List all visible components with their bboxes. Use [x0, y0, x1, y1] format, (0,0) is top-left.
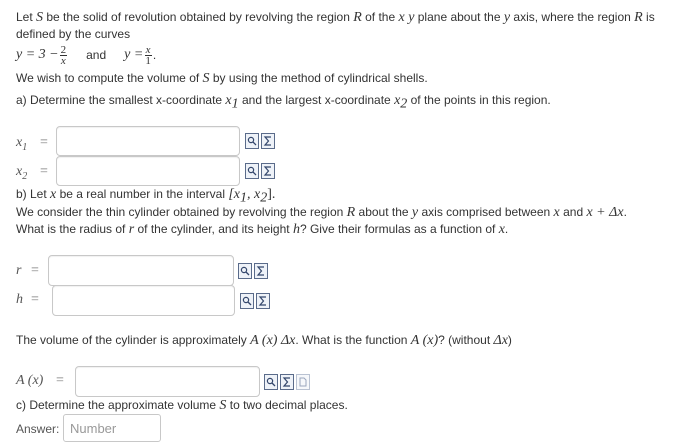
text: is	[642, 10, 655, 24]
math-xy: x y	[398, 10, 415, 25]
math-R: R	[634, 10, 643, 25]
math-expr: x + Δx	[586, 205, 624, 220]
text: of the	[361, 10, 399, 24]
x1-input[interactable]	[56, 126, 240, 156]
math-S: S	[36, 10, 44, 25]
curve-1-fraction: 2x	[59, 43, 68, 67]
intro-line-1: Let S be the solid of revolution obtaine…	[16, 9, 655, 26]
subscript: 1	[22, 141, 28, 153]
fraction-denominator: 1	[145, 54, 151, 67]
and-text: and	[86, 48, 107, 62]
text: be a real number in the interval	[56, 187, 229, 201]
equals-sign: =	[56, 373, 64, 388]
answer-label: Answer:	[16, 422, 60, 436]
curve-1-lhs: y = 3 −	[16, 47, 59, 62]
math-A: A (x)	[410, 333, 439, 348]
interval: , x	[247, 187, 261, 202]
x2-label: x2	[16, 164, 27, 182]
fraction-denominator: x	[60, 54, 66, 67]
equals-sign: =	[31, 263, 39, 278]
curves-line: y = 3 − 2x and y = x1 .	[16, 44, 156, 66]
preview-icon[interactable]	[264, 374, 278, 390]
text: b) Let	[16, 187, 51, 201]
period: .	[152, 48, 157, 62]
subscript: 2	[22, 170, 28, 182]
text: )	[507, 333, 512, 347]
text: plane about the	[414, 10, 504, 24]
x2-input[interactable]	[56, 156, 240, 186]
text: What is the radius of	[16, 222, 129, 236]
interval: [x	[228, 187, 241, 202]
part-b-question-2: We consider the thin cylinder obtained b…	[16, 204, 627, 221]
fraction-numerator: x	[144, 43, 152, 56]
part-c-question: c) Determine the approximate volume S to…	[16, 397, 348, 414]
text: axis comprised between	[418, 205, 554, 219]
text: and the largest x-coordinate	[238, 93, 395, 107]
text: Let	[16, 10, 37, 24]
part-b-question-3: What is the radius of r of the cylinder,…	[16, 221, 508, 238]
sigma-icon[interactable]	[261, 163, 275, 179]
text: ? Give their formulas as a function of	[299, 222, 499, 236]
math-h: h	[292, 222, 300, 237]
sigma-icon[interactable]	[261, 133, 275, 149]
x1-tools	[245, 133, 275, 151]
math-A-dx: A (x) Δx	[250, 333, 296, 348]
intro-line-4: We wish to compute the volume of S by us…	[16, 70, 428, 87]
math-dx: Δx	[493, 333, 508, 348]
math-S: S	[202, 71, 210, 86]
part-a-question: a) Determine the smallest x-coordinate x…	[16, 92, 551, 112]
text: be the solid of revolution obtained by r…	[43, 10, 354, 24]
text: The volume of the cylinder is approximat…	[16, 333, 251, 347]
text: c) Determine the approximate volume	[16, 398, 220, 412]
curve-2-fraction: x1	[144, 43, 152, 67]
subscript: 1	[231, 96, 239, 112]
equals-sign: =	[31, 292, 39, 307]
text: of the cylinder, and its height	[134, 222, 293, 236]
volume-question: The volume of the cylinder is approximat…	[16, 332, 512, 349]
text: a) Determine the smallest x-coordinate	[16, 93, 226, 107]
text: ? (without	[438, 333, 494, 347]
radius-tools	[238, 263, 268, 281]
intro-line-2: defined by the curves	[16, 27, 131, 41]
height-input[interactable]	[52, 285, 235, 316]
math-R: R	[353, 10, 362, 25]
equals-sign: =	[40, 164, 48, 179]
preview-icon[interactable]	[245, 163, 259, 179]
x1-label: x1	[16, 135, 27, 153]
text: by using the method of cylindrical shell…	[209, 71, 428, 85]
math-R: R	[346, 205, 356, 220]
A-tools	[264, 374, 310, 392]
text: and	[559, 205, 587, 219]
equals-sign: =	[40, 135, 48, 150]
curve-2-lhs: y =	[124, 47, 144, 62]
sigma-icon[interactable]	[280, 374, 294, 390]
text: We wish to compute the volume of	[16, 71, 203, 85]
text: to two decimal places.	[226, 398, 348, 412]
interval: ].	[267, 187, 276, 202]
text: axis, where the region	[510, 10, 635, 24]
text: of the points in this region.	[407, 93, 551, 107]
text: .	[504, 222, 509, 236]
text: about the	[355, 205, 412, 219]
r-label: r	[16, 263, 22, 278]
radius-input[interactable]	[48, 255, 234, 286]
answer-input[interactable]	[63, 414, 161, 442]
preview-icon[interactable]	[245, 133, 259, 149]
text: We consider the thin cylinder obtained b…	[16, 205, 347, 219]
preview-icon[interactable]	[238, 263, 252, 279]
sigma-icon[interactable]	[254, 263, 268, 279]
fraction-numerator: 2	[59, 43, 68, 56]
A-label: A (x)	[16, 373, 44, 388]
h-label: h	[16, 292, 23, 307]
text: . What is the function	[295, 333, 411, 347]
document-icon[interactable]	[296, 374, 310, 390]
height-tools	[240, 293, 270, 311]
preview-icon[interactable]	[240, 293, 254, 309]
A-input[interactable]	[75, 366, 260, 397]
x2-tools	[245, 163, 275, 181]
text: .	[623, 205, 627, 219]
sigma-icon[interactable]	[256, 293, 270, 309]
